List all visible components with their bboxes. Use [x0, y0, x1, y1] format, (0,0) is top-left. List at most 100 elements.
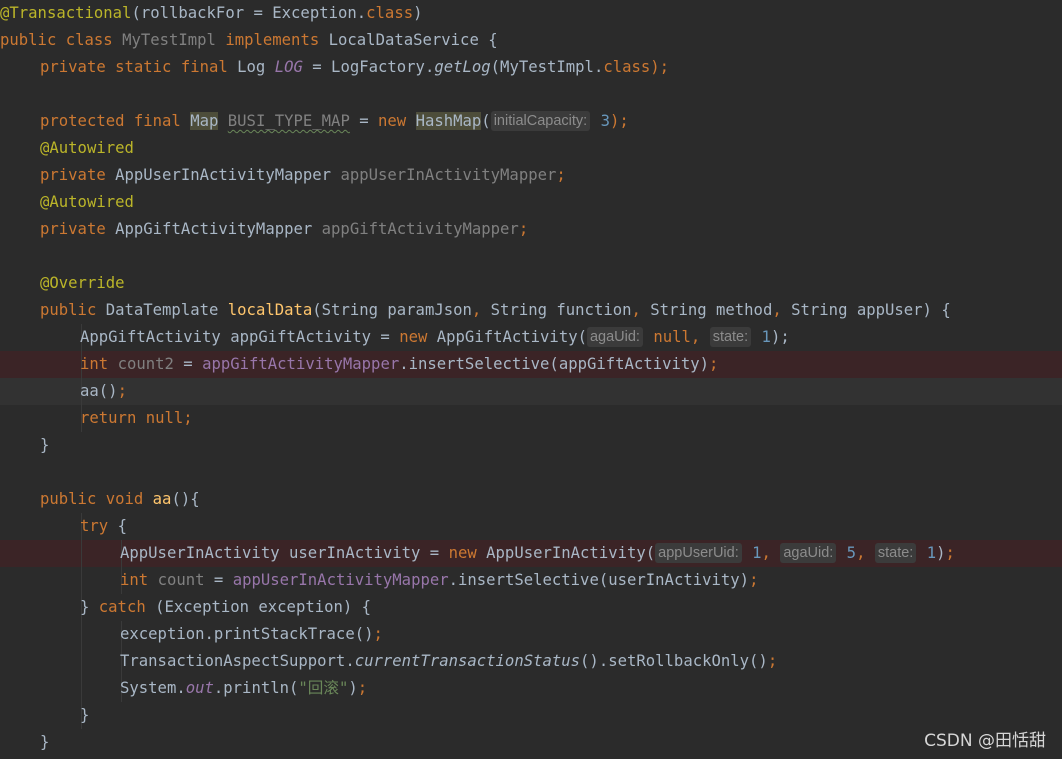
- code-token: aa(): [80, 382, 118, 400]
- code-token: localData: [227, 301, 313, 319]
- code-token: (Exception exception) {: [155, 598, 372, 616]
- code-token: .println(: [213, 679, 299, 697]
- code-line[interactable]: }: [0, 702, 1062, 729]
- code-line[interactable]: public DataTemplate localData(String par…: [0, 297, 1062, 324]
- code-line[interactable]: System.out.println("回滚");: [0, 675, 1062, 702]
- code-token: null,: [643, 328, 710, 346]
- code-line[interactable]: private static final Log LOG = LogFactor…: [0, 54, 1062, 81]
- code-token: BUSI_TYPE_MAP: [227, 112, 350, 130]
- code-text: }: [80, 702, 89, 729]
- code-line[interactable]: }: [0, 432, 1062, 459]
- code-line[interactable]: int count2 = appGiftActivityMapper.inser…: [0, 351, 1062, 378]
- code-line[interactable]: } catch (Exception exception) {: [0, 594, 1062, 621]
- code-line[interactable]: protected final Map BUSI_TYPE_MAP = new …: [0, 108, 1062, 135]
- code-token: ,: [631, 301, 651, 319]
- code-text: int count2 = appGiftActivityMapper.inser…: [80, 351, 718, 378]
- code-token: ,: [761, 544, 781, 562]
- code-text: protected final Map BUSI_TYPE_MAP = new …: [40, 108, 629, 135]
- code-token: public class: [0, 31, 123, 49]
- code-token: DataTemplate: [105, 301, 228, 319]
- code-text: }: [40, 729, 49, 756]
- code-token: ): [413, 4, 423, 22]
- code-token: appUserInActivityMapper: [340, 166, 557, 184]
- code-token: new: [399, 328, 437, 346]
- code-token: AppGiftActivity(: [436, 328, 587, 346]
- code-text: aa();: [80, 378, 127, 405]
- code-line[interactable]: @Override: [0, 270, 1062, 297]
- code-text: private static final Log LOG = LogFactor…: [40, 54, 669, 81]
- code-token: AppGiftActivityMapper: [115, 220, 322, 238]
- code-text: return null;: [80, 405, 193, 432]
- code-token: }: [40, 436, 50, 454]
- code-text: }: [40, 432, 49, 459]
- code-token: =: [183, 355, 203, 373]
- code-text: @Autowired: [40, 135, 134, 162]
- code-line[interactable]: TransactionAspectSupport.currentTransact…: [0, 648, 1062, 675]
- code-token: Map: [190, 112, 219, 130]
- code-line[interactable]: return null;: [0, 405, 1062, 432]
- code-line[interactable]: @Autowired: [0, 189, 1062, 216]
- code-line[interactable]: public void aa(){: [0, 486, 1062, 513]
- code-token: Log: [237, 58, 275, 76]
- parameter-hint: state:: [874, 543, 917, 563]
- code-token: int: [120, 571, 158, 589]
- code-line[interactable]: exception.printStackTrace();: [0, 621, 1062, 648]
- code-text: private AppGiftActivityMapper appGiftAct…: [40, 216, 528, 243]
- code-token: catch: [98, 598, 156, 616]
- code-editor[interactable]: }} System.out.println("回滚"); TransactionAs…: [0, 0, 1062, 759]
- code-token: ;: [518, 220, 529, 238]
- code-token: @Override: [40, 274, 125, 292]
- code-token: ;: [945, 544, 955, 562]
- indent-guide: [81, 540, 82, 567]
- code-token: 1: [742, 544, 762, 562]
- code-token: =: [213, 571, 233, 589]
- code-token: .insertSelective(userInActivity): [448, 571, 750, 589]
- code-line[interactable]: [0, 243, 1062, 270]
- code-line[interactable]: AppUserInActivity userInActivity = new A…: [0, 540, 1062, 567]
- code-token: aa: [152, 490, 172, 508]
- code-line[interactable]: [0, 459, 1062, 486]
- code-text: public DataTemplate localData(String par…: [40, 297, 951, 324]
- code-token: ().setRollbackOnly(): [580, 652, 768, 670]
- code-text: @Transactional(rollbackFor = Exception.c…: [0, 0, 423, 27]
- code-token: 3: [591, 112, 610, 130]
- code-token: 5: [837, 544, 857, 562]
- code-token: (: [481, 112, 491, 130]
- code-token: exception.printStackTrace(): [120, 625, 374, 643]
- code-token: (String paramJson: [312, 301, 472, 319]
- code-token: );: [609, 112, 629, 130]
- code-line[interactable]: public class MyTestImpl implements Local…: [0, 27, 1062, 54]
- code-line[interactable]: aa();: [0, 378, 1062, 405]
- parameter-hint: appUserUid:: [655, 543, 742, 563]
- code-line[interactable]: }: [0, 729, 1062, 756]
- code-line[interactable]: @Autowired: [0, 135, 1062, 162]
- code-token: count2: [117, 355, 184, 373]
- code-text: @Override: [40, 270, 125, 297]
- code-line[interactable]: private AppGiftActivityMapper appGiftAct…: [0, 216, 1062, 243]
- parameter-hint: agaUid:: [586, 327, 643, 347]
- code-token: public void: [40, 490, 153, 508]
- code-token: class: [603, 58, 651, 76]
- code-line[interactable]: try {: [0, 513, 1062, 540]
- code-line[interactable]: private AppUserInActivityMapper appUserI…: [0, 162, 1062, 189]
- code-token: = LogFactory.: [302, 58, 435, 76]
- code-text: TransactionAspectSupport.currentTransact…: [120, 648, 777, 675]
- code-token: appUserInActivityMapper: [232, 571, 449, 589]
- code-token: appGiftActivityMapper: [321, 220, 519, 238]
- code-line[interactable]: AppGiftActivity appGiftActivity = new Ap…: [0, 324, 1062, 351]
- code-token: ;: [749, 571, 759, 589]
- code-token: "回滚": [298, 679, 349, 697]
- code-token: }: [80, 598, 99, 616]
- code-token: =: [349, 112, 379, 130]
- code-line[interactable]: [0, 81, 1062, 108]
- code-token: TransactionAspectSupport.: [120, 652, 355, 670]
- code-token: String function: [490, 301, 632, 319]
- code-text: private AppUserInActivityMapper appUserI…: [40, 162, 566, 189]
- code-token: (rollbackFor = Exception.: [131, 4, 367, 22]
- indent-guide: [81, 648, 82, 675]
- code-token: return null;: [80, 409, 193, 427]
- code-token: ;: [709, 355, 719, 373]
- code-line[interactable]: @Transactional(rollbackFor = Exception.c…: [0, 0, 1062, 27]
- code-line[interactable]: int count = appUserInActivityMapper.inse…: [0, 567, 1062, 594]
